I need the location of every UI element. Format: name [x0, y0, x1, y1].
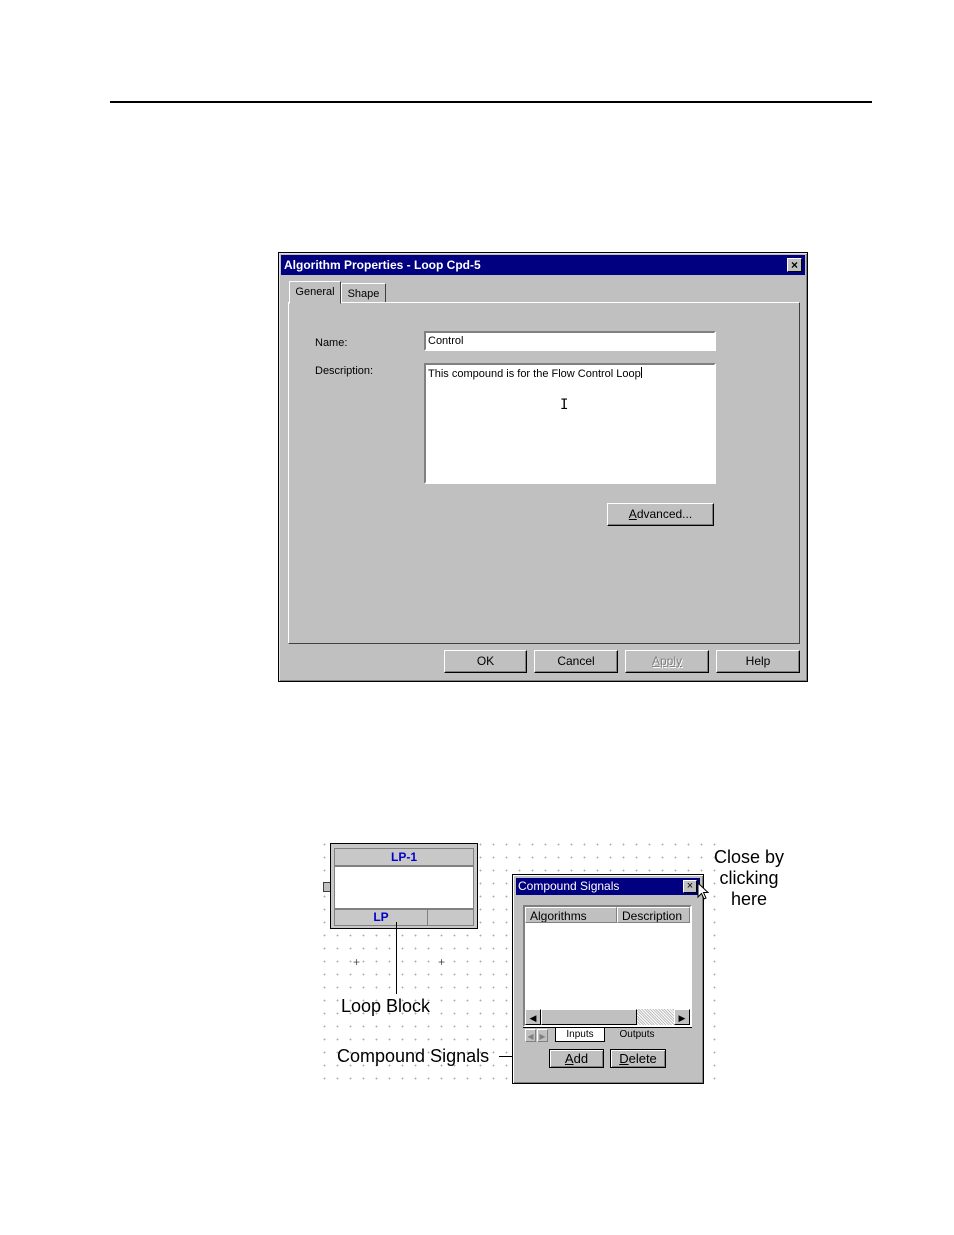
dialog-titlebar[interactable]: Algorithm Properties - Loop Cpd-5 × — [281, 255, 805, 275]
name-field-value: Control — [428, 335, 464, 347]
help-label: Help — [745, 654, 771, 668]
column-header-description-label: Description — [622, 909, 683, 923]
help-button[interactable]: Help — [716, 650, 800, 673]
grid-plus-marker: + — [438, 955, 446, 969]
general-tab-panel: Name: Control Description: This compound… — [288, 302, 800, 644]
delete-button[interactable]: Delete — [610, 1049, 666, 1068]
close-icon: × — [686, 880, 694, 892]
grid-plus-marker: + — [353, 955, 361, 969]
tab-outputs-label: Outputs — [619, 1029, 655, 1040]
loop-block-type: LP — [334, 908, 428, 926]
compound-signals-titlebar[interactable]: Compound Signals × — [516, 878, 700, 895]
loop-block-leader-line — [396, 922, 397, 994]
add-label: dd — [573, 1051, 589, 1066]
advanced-mnemonic: A — [628, 507, 637, 521]
cancel-label: Cancel — [557, 654, 595, 668]
horizontal-scrollbar[interactable]: ◀ ▶ — [525, 1009, 690, 1025]
compound-signals-callout: Compound Signals — [337, 1046, 490, 1066]
compound-signals-window: Compound Signals × Algorithms Descriptio… — [512, 874, 704, 1084]
scroll-left-icon[interactable]: ◀ — [525, 1009, 541, 1025]
column-header-algorithms[interactable]: Algorithms — [525, 907, 617, 923]
tab-shape-label: Shape — [347, 288, 380, 300]
name-label: Name: — [315, 337, 348, 349]
delete-label: elete — [628, 1051, 657, 1066]
name-field[interactable]: Control — [424, 331, 716, 351]
loop-block-footer-cell — [427, 908, 474, 926]
tab-scroll-right-icon[interactable]: ▶ — [537, 1029, 548, 1042]
loop-block-body — [334, 866, 474, 910]
delete-mnemonic: D — [619, 1051, 629, 1066]
loop-block-title: LP-1 — [334, 848, 474, 866]
description-field-value: This compound is for the Flow Control Lo… — [428, 368, 641, 380]
compound-signals-close-button[interactable]: × — [683, 880, 697, 893]
add-mnemonic: A — [564, 1051, 574, 1066]
description-field[interactable]: This compound is for the Flow Control Lo… — [424, 363, 716, 484]
apply-label: Apply — [651, 654, 683, 668]
add-button[interactable]: Add — [549, 1049, 604, 1068]
loop-block-callout: Loop Block — [341, 996, 431, 1016]
scroll-right-icon[interactable]: ▶ — [674, 1009, 690, 1025]
scroll-track[interactable] — [637, 1009, 674, 1025]
tab-shape[interactable]: Shape — [341, 283, 386, 303]
tab-inputs[interactable]: Inputs — [555, 1028, 605, 1042]
column-header-description[interactable]: Description — [617, 907, 690, 923]
close-icon: × — [790, 258, 798, 272]
compound-signals-title: Compound Signals — [518, 879, 620, 893]
advanced-label: dvanced... — [636, 507, 693, 521]
description-label: Description: — [315, 365, 374, 377]
advanced-button[interactable]: Advanced... — [607, 503, 714, 526]
sheet-tab-bar: ◀ ▶ Inputs Outputs — [523, 1027, 692, 1044]
dialog-close-button[interactable]: × — [787, 258, 802, 272]
close-callout-line2: clicking — [719, 868, 779, 888]
cancel-button[interactable]: Cancel — [534, 650, 618, 673]
close-callout-line3: here — [730, 889, 768, 909]
loop-block[interactable]: LP-1 LP — [330, 843, 478, 929]
page-rule — [110, 101, 872, 103]
tab-general-label: General — [295, 286, 335, 298]
tab-outputs[interactable]: Outputs — [609, 1028, 665, 1042]
dialog-title: Algorithm Properties - Loop Cpd-5 — [284, 258, 481, 272]
tab-scroll-left-icon[interactable]: ◀ — [525, 1029, 536, 1042]
algorithm-properties-dialog: Algorithm Properties - Loop Cpd-5 × Gene… — [278, 252, 808, 682]
scroll-thumb[interactable] — [541, 1009, 637, 1025]
mouse-pointer-icon — [697, 882, 709, 900]
text-cursor-icon: I — [560, 397, 569, 413]
ok-label: OK — [476, 654, 495, 668]
tab-inputs-label: Inputs — [566, 1029, 594, 1040]
column-header-algorithms-label: Algorithms — [530, 909, 587, 923]
signals-list[interactable]: Algorithms Description ◀ ▶ — [523, 905, 692, 1027]
close-callout-line1: Close by — [713, 847, 785, 867]
text-caret — [640, 367, 642, 378]
apply-button[interactable]: Apply — [625, 650, 709, 673]
ok-button[interactable]: OK — [444, 650, 527, 673]
tab-general[interactable]: General — [289, 281, 341, 304]
close-callout: Close by clicking here — [712, 847, 786, 910]
